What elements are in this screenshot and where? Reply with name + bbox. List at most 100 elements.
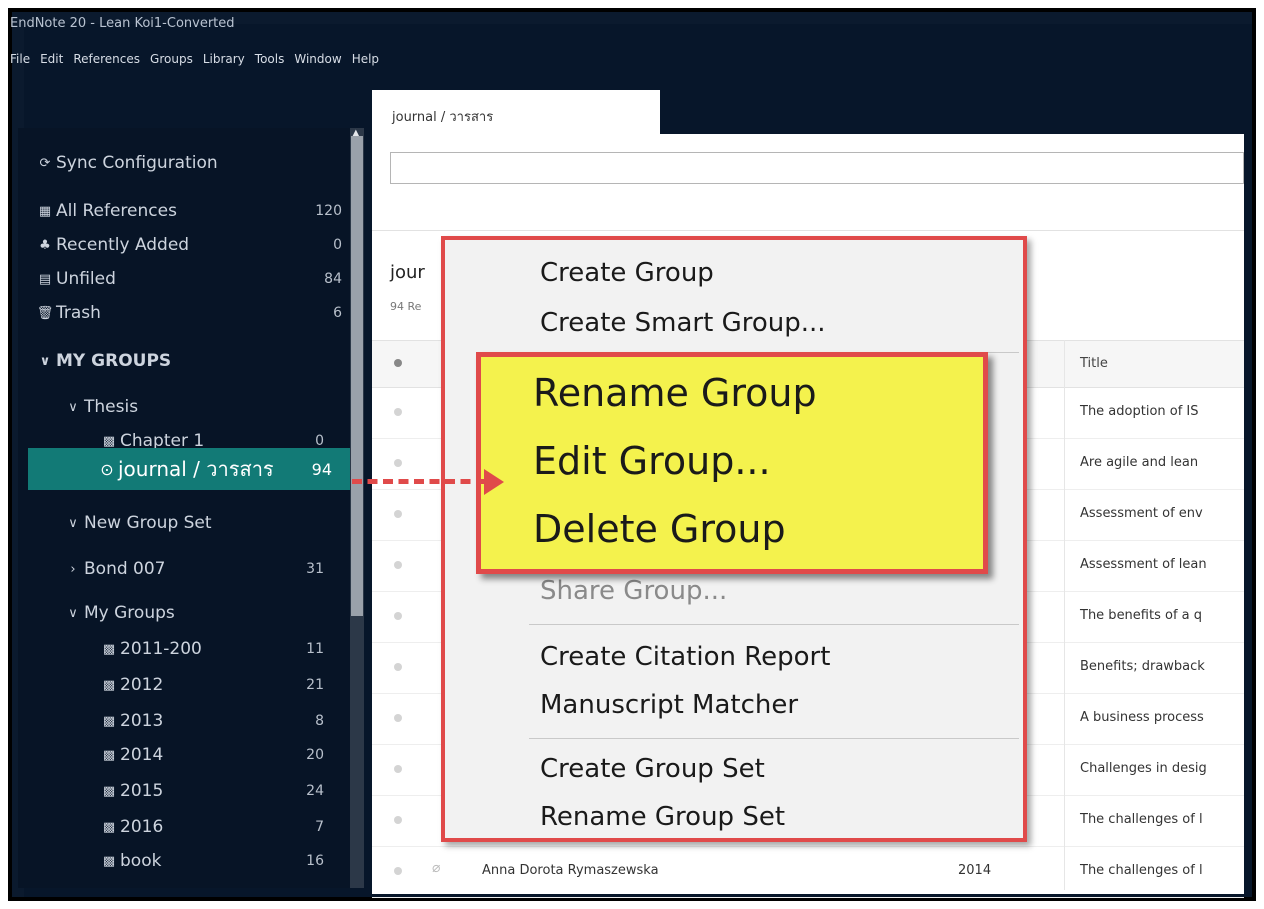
group-icon: ▩: [102, 819, 116, 835]
menu-tools[interactable]: Tools: [255, 52, 285, 66]
group-set-label: My Groups: [84, 603, 175, 623]
menu-references[interactable]: References: [73, 52, 140, 66]
table-row[interactable]: ⌀ Anna Dorota Rymaszewska 2014 The chall…: [372, 847, 1244, 898]
item-count: 94: [311, 459, 332, 479]
item-count: 120: [315, 203, 342, 219]
group-label: 2016: [120, 817, 164, 837]
menu-groups[interactable]: Groups: [150, 52, 193, 66]
menu-item-rename-group-set[interactable]: Rename Group Set: [540, 802, 785, 832]
chevron-down-icon: ∨: [68, 605, 78, 621]
sidebar-item-year[interactable]: ▩ 2013 8: [100, 704, 350, 738]
row-title: The challenges of l: [1080, 812, 1203, 827]
sync-configuration[interactable]: ⟳ Sync Configuration: [36, 146, 368, 180]
sidebar-item-label: Trash: [56, 303, 101, 323]
row-title: Are agile and lean: [1080, 455, 1199, 470]
row-title: Benefits; drawback: [1080, 659, 1205, 674]
read-status-header-icon[interactable]: [394, 359, 402, 367]
sidebar-item-recently-added[interactable]: ♣ Recently Added 0: [36, 228, 368, 262]
row-year: 2014: [958, 863, 992, 878]
read-status-icon: [394, 612, 402, 620]
group-set-new[interactable]: ∨ New Group Set: [64, 506, 396, 540]
sidebar-scrollbar[interactable]: ▲: [350, 128, 364, 888]
item-count: 7: [315, 819, 324, 835]
menu-file[interactable]: File: [10, 52, 30, 66]
sidebar-item-book[interactable]: ▩ book 16: [100, 844, 350, 878]
trash-icon: 🗑: [36, 305, 54, 321]
sidebar-item-all-references[interactable]: ▦ All References 120: [36, 194, 368, 228]
menu-separator: [529, 738, 1019, 739]
chevron-down-icon: ∨: [68, 515, 78, 531]
menubar: File Edit References Groups Library Tool…: [10, 52, 379, 66]
menu-item-create-smart-group[interactable]: Create Smart Group...: [540, 308, 826, 338]
sidebar-item-unfiled[interactable]: ▤ Unfiled 84: [36, 262, 368, 296]
read-status-icon: [394, 663, 402, 671]
group-label: 2013: [120, 711, 164, 731]
sidebar-item-trash[interactable]: 🗑 Trash 6: [36, 296, 368, 330]
sync-icon: ⟳: [39, 155, 51, 171]
my-groups-header[interactable]: ∨ MY GROUPS: [36, 344, 368, 378]
group-set-label: Bond 007: [84, 559, 166, 579]
sidebar-item-year[interactable]: ▩ 2012 21: [100, 668, 350, 702]
row-title: The adoption of IS: [1080, 404, 1199, 419]
item-count: 20: [306, 747, 324, 763]
row-title: Assessment of lean: [1080, 557, 1207, 572]
sidebar-item-label: Recently Added: [56, 235, 190, 255]
sidebar-item-year[interactable]: ▩ 2011-200 11: [100, 632, 350, 666]
item-count: 8: [315, 713, 324, 729]
menu-item-create-citation-report[interactable]: Create Citation Report: [540, 642, 830, 672]
group-label: 2014: [120, 745, 164, 765]
row-author: Anna Dorota Rymaszewska: [482, 863, 659, 878]
library-icon: ▦: [38, 203, 52, 219]
sidebar-item-label: Unfiled: [56, 269, 116, 289]
menu-item-rename-group[interactable]: Rename Group: [533, 371, 817, 415]
read-status-icon: [394, 816, 402, 824]
menu-item-create-group-set[interactable]: Create Group Set: [540, 754, 765, 784]
item-count: 0: [333, 237, 342, 253]
search-input[interactable]: [390, 152, 1244, 184]
item-count: 84: [324, 271, 342, 287]
scrollbar-thumb[interactable]: [351, 136, 363, 616]
menu-item-manuscript-matcher[interactable]: Manuscript Matcher: [540, 690, 798, 720]
unfiled-icon: ▤: [38, 271, 52, 287]
group-icon: ▩: [102, 433, 116, 449]
read-status-icon: [394, 408, 402, 416]
sidebar-item-year[interactable]: ▩ 2016 7: [100, 810, 350, 844]
read-status-icon: [394, 510, 402, 518]
group-set-thesis[interactable]: ∨ Thesis: [64, 390, 396, 424]
group-icon: ▩: [102, 747, 116, 763]
group-label: journal / วารสาร: [118, 457, 274, 481]
row-title: The benefits of a q: [1080, 608, 1203, 623]
menu-item-delete-group[interactable]: Delete Group: [533, 507, 786, 551]
smart-group-icon: ⊙: [100, 459, 114, 479]
group-icon: ▩: [102, 853, 116, 869]
group-set-my-groups[interactable]: ∨ My Groups: [64, 596, 396, 630]
menu-item-share-group[interactable]: Share Group...: [540, 576, 727, 606]
row-title: The challenges of l: [1080, 863, 1203, 878]
group-set-bond[interactable]: › Bond 007 31: [64, 552, 350, 586]
sync-label: Sync Configuration: [56, 153, 218, 173]
read-status-icon: [394, 765, 402, 773]
sidebar-item-year[interactable]: ▩ 2015 24: [100, 774, 350, 808]
menu-help[interactable]: Help: [352, 52, 379, 66]
read-status-icon: [394, 459, 402, 467]
group-label: 2011-200: [120, 639, 202, 659]
menu-library[interactable]: Library: [203, 52, 245, 66]
group-icon: ▩: [102, 713, 116, 729]
group-set-label: Thesis: [84, 397, 139, 417]
clock-icon: ♣: [39, 237, 51, 253]
menu-item-create-group[interactable]: Create Group: [540, 258, 714, 288]
sidebar-item-journal[interactable]: ⊙ journal / วารสาร 94: [28, 448, 350, 490]
column-header-title[interactable]: Title: [1080, 356, 1108, 371]
menu-window[interactable]: Window: [294, 52, 341, 66]
group-icon: ▩: [102, 783, 116, 799]
item-count: 24: [306, 783, 324, 799]
sidebar: ⟳ Sync Configuration ▦ All References 12…: [18, 128, 350, 888]
read-status-icon: [394, 714, 402, 722]
menu-edit[interactable]: Edit: [40, 52, 63, 66]
menu-item-edit-group[interactable]: Edit Group...: [533, 439, 771, 483]
item-count: 0: [315, 433, 324, 449]
tab-journal[interactable]: journal / วารสาร: [372, 90, 660, 134]
attachment-icon: ⌀: [432, 860, 441, 876]
row-title: Assessment of env: [1080, 506, 1203, 521]
sidebar-item-year[interactable]: ▩ 2014 20: [100, 738, 350, 772]
